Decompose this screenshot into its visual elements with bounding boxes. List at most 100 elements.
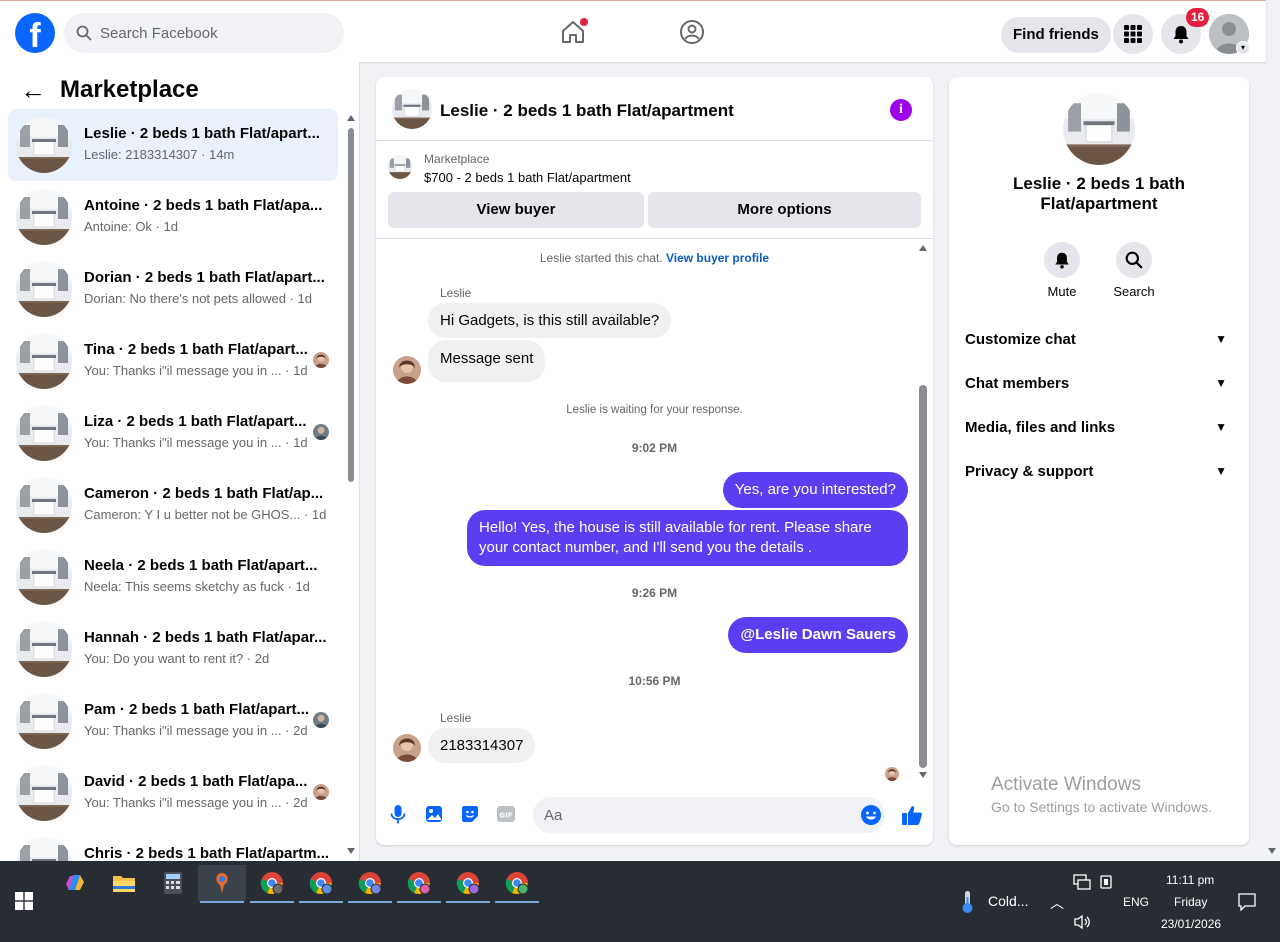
- sender-name: Leslie: [440, 711, 472, 725]
- windows-taskbar: Cold... ︿ ENG 11:11 pm Friday 23/01/2026: [0, 861, 1280, 942]
- page-title: Marketplace: [60, 76, 199, 103]
- conversation-item-david[interactable]: David · 2 beds 1 bath Flat/apa... You: T…: [8, 757, 338, 829]
- info-icon[interactable]: i: [890, 99, 912, 121]
- scroll-up-arrow-icon[interactable]: [919, 245, 927, 251]
- notification-count-badge: 16: [1186, 8, 1210, 27]
- taskbar-chrome-profile-6[interactable]: [493, 865, 541, 903]
- taskbar-chrome-profile-3[interactable]: [346, 865, 394, 903]
- listing-thumbnail[interactable]: [1063, 93, 1135, 165]
- more-options-button[interactable]: More options: [648, 192, 921, 228]
- taskbar-chrome-profile-4[interactable]: [395, 865, 443, 903]
- seen-receipt-avatar: [885, 767, 899, 781]
- sender-avatar[interactable]: [393, 356, 421, 384]
- scroll-down-arrow-icon[interactable]: [347, 848, 355, 854]
- outgoing-message[interactable]: Hello! Yes, the house is still available…: [467, 510, 908, 566]
- running-indicator: [446, 901, 490, 903]
- conversation-item-tina[interactable]: Tina · 2 beds 1 bath Flat/apart... You: …: [8, 325, 338, 397]
- conversation-item-dorian[interactable]: Dorian · 2 beds 1 bath Flat/apart... Dor…: [8, 253, 338, 325]
- taskbar-active-app[interactable]: [198, 865, 246, 903]
- customize-chat-section[interactable]: Customize chat ▼: [965, 321, 1233, 357]
- taskbar-file-explorer[interactable]: [100, 865, 148, 901]
- sticker-icon[interactable]: [459, 803, 481, 825]
- view-buyer-button[interactable]: View buyer: [388, 192, 644, 228]
- conversation-list-scrollbar[interactable]: [348, 128, 354, 482]
- conversation-item-liza[interactable]: Liza · 2 beds 1 bath Flat/apart... You: …: [8, 397, 338, 469]
- conversation-item-neela[interactable]: Neela · 2 beds 1 bath Flat/apart... Neel…: [8, 541, 338, 613]
- groups-icon[interactable]: [679, 19, 705, 45]
- incoming-message[interactable]: Message sent: [428, 340, 546, 382]
- facebook-logo-icon[interactable]: f: [15, 13, 55, 53]
- menu-button[interactable]: [1113, 14, 1153, 54]
- scroll-up-arrow-icon[interactable]: [347, 115, 355, 121]
- search-input[interactable]: [100, 24, 320, 42]
- gif-icon[interactable]: GIF: [495, 803, 517, 825]
- listing-thumbnail: [16, 693, 72, 749]
- sender-name: Leslie: [440, 286, 472, 300]
- taskbar-chrome-profile-2[interactable]: [297, 865, 345, 903]
- incoming-message[interactable]: Hi Gadgets, is this still available?: [428, 303, 672, 338]
- incoming-message[interactable]: 2183314307: [428, 728, 536, 763]
- notification-center-icon[interactable]: [1238, 893, 1256, 911]
- listing-price-title[interactable]: $700 - 2 beds 1 bath Flat/apartment: [424, 170, 631, 185]
- input-language[interactable]: ENG: [1123, 895, 1149, 909]
- like-thumbs-up-icon[interactable]: [900, 803, 924, 827]
- conversation-preview: Dorian: No there's not pets allowed · 1d: [84, 291, 312, 306]
- conversation-title: David · 2 beds 1 bath Flat/apa...: [84, 773, 308, 790]
- taskbar-copilot-app[interactable]: [51, 865, 99, 901]
- media-files-links-section[interactable]: Media, files and links ▼: [965, 409, 1233, 445]
- panel-header: ← Marketplace: [20, 76, 199, 104]
- message-input[interactable]: [533, 797, 885, 833]
- search-in-chat-button[interactable]: Search: [1104, 242, 1164, 299]
- show-hidden-icons-chevron-up-icon[interactable]: ︿: [1050, 893, 1064, 913]
- outgoing-mention-message[interactable]: @Leslie Dawn Sauers: [728, 617, 908, 653]
- emoji-icon[interactable]: [860, 804, 882, 826]
- mute-button[interactable]: Mute: [1032, 242, 1092, 299]
- app-icon: [216, 873, 228, 893]
- find-friends-button[interactable]: Find friends: [1001, 17, 1111, 53]
- conversation-item-pam[interactable]: Pam · 2 beds 1 bath Flat/apart... You: T…: [8, 685, 338, 757]
- conversation-preview: You: Thanks i"il message you in ... · 2d: [84, 795, 308, 810]
- sender-avatar[interactable]: [393, 734, 421, 762]
- back-arrow-icon[interactable]: ←: [20, 77, 46, 103]
- clock-day[interactable]: Friday: [1174, 895, 1207, 909]
- conversation-item-hannah[interactable]: Hannah · 2 beds 1 bath Flat/apar... You:…: [8, 613, 338, 685]
- message-composer: GIF: [376, 789, 933, 841]
- conversation-title: Antoine · 2 beds 1 bath Flat/apa...: [84, 197, 323, 214]
- page-scroll-down-arrow-icon[interactable]: [1268, 848, 1276, 854]
- scroll-down-arrow-icon[interactable]: [919, 772, 927, 778]
- chevron-down-icon[interactable]: ▾: [1236, 41, 1250, 55]
- chat-title[interactable]: Leslie · 2 beds 1 bath Flat/apartment: [440, 101, 734, 121]
- read-receipt-avatar: [313, 712, 329, 728]
- clock-time[interactable]: 11:11 pm: [1166, 873, 1214, 887]
- listing-thumbnail: [16, 261, 72, 317]
- conversation-item-cameron[interactable]: Cameron · 2 beds 1 bath Flat/ap... Camer…: [8, 469, 338, 541]
- battery-icon[interactable]: [1099, 874, 1113, 890]
- clock-date[interactable]: 23/01/2026: [1161, 917, 1221, 931]
- outgoing-message[interactable]: Yes, are you interested?: [722, 472, 908, 508]
- taskbar-calculator[interactable]: [149, 865, 197, 901]
- volume-icon[interactable]: [1073, 914, 1091, 930]
- search-box[interactable]: [64, 13, 344, 53]
- conversation-item-chris[interactable]: Chris · 2 beds 1 bath Flat/apartm...: [8, 829, 338, 861]
- taskbar-chrome-profile-1[interactable]: [248, 865, 296, 903]
- thermometer-weather-icon[interactable]: [956, 889, 978, 915]
- search-icon: [76, 25, 92, 41]
- taskbar-chrome-profile-5[interactable]: [444, 865, 492, 903]
- chat-started-notice: Leslie started this chat. View buyer pro…: [376, 251, 933, 265]
- conversation-item-antoine[interactable]: Antoine · 2 beds 1 bath Flat/apa... Anto…: [8, 181, 338, 253]
- timestamp: 9:02 PM: [631, 441, 678, 455]
- message-thread-scrollbar[interactable]: [919, 385, 927, 768]
- privacy-support-section[interactable]: Privacy & support ▼: [965, 453, 1233, 489]
- conversation-item-leslie[interactable]: Leslie · 2 beds 1 bath Flat/apart... Les…: [8, 109, 338, 181]
- weather-text[interactable]: Cold...: [988, 893, 1028, 909]
- chat-members-section[interactable]: Chat members ▼: [965, 365, 1233, 401]
- network-icon[interactable]: [1073, 874, 1091, 890]
- read-receipt-avatar: [313, 784, 329, 800]
- microphone-icon[interactable]: [387, 803, 409, 825]
- photo-icon[interactable]: [423, 803, 445, 825]
- running-indicator: [397, 901, 441, 903]
- listing-thumbnail[interactable]: [392, 89, 432, 129]
- view-buyer-profile-link[interactable]: View buyer profile: [666, 251, 769, 265]
- windows-start-icon[interactable]: [15, 892, 33, 910]
- message-thread: Leslie started this chat. View buyer pro…: [376, 239, 933, 787]
